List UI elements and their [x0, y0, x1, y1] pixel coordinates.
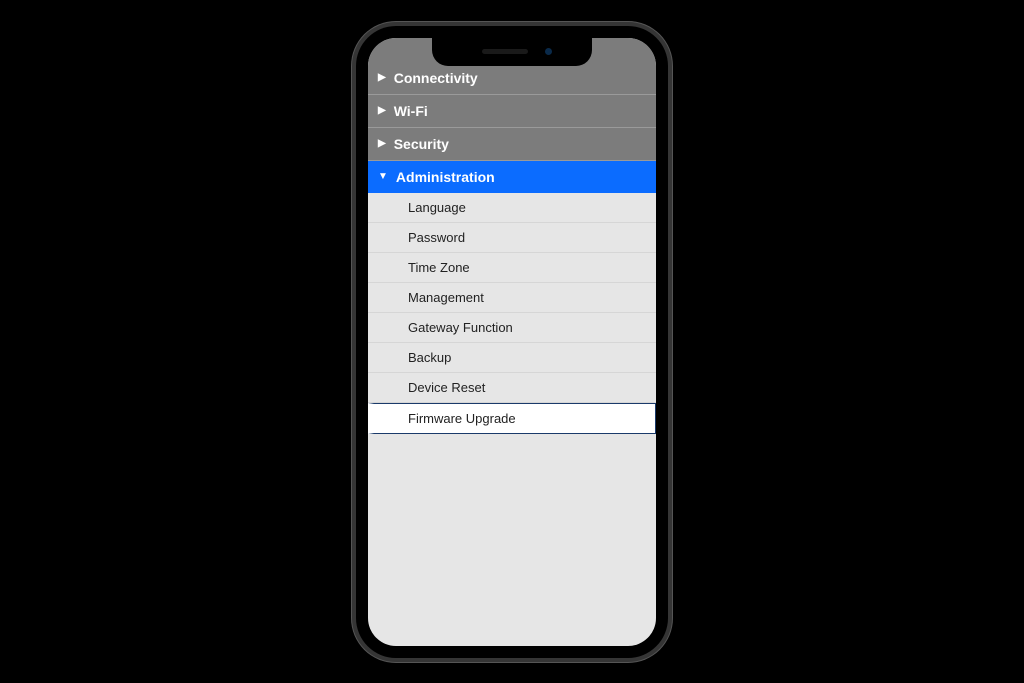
submenu-item-label: Firmware Upgrade: [408, 411, 516, 426]
submenu-item-label: Password: [408, 230, 465, 245]
camera-icon: [545, 48, 552, 55]
nav-section-label: Security: [394, 136, 449, 152]
chevron-down-icon: ▼: [378, 171, 388, 182]
submenu-administration: Language Password Time Zone Management G…: [368, 193, 656, 434]
nav-section-administration[interactable]: ▼ Administration: [368, 161, 656, 193]
submenu-item-device-reset[interactable]: Device Reset: [368, 373, 656, 403]
phone-notch: [432, 38, 592, 66]
chevron-right-icon: ▶: [378, 72, 386, 83]
nav-section-security[interactable]: ▶ Security: [368, 128, 656, 161]
nav-section-wifi[interactable]: ▶ Wi-Fi: [368, 95, 656, 128]
submenu-item-password[interactable]: Password: [368, 223, 656, 253]
submenu-item-label: Time Zone: [408, 260, 470, 275]
submenu-item-label: Device Reset: [408, 380, 485, 395]
submenu-item-label: Management: [408, 290, 484, 305]
submenu-item-time-zone[interactable]: Time Zone: [368, 253, 656, 283]
submenu-item-label: Gateway Function: [408, 320, 513, 335]
submenu-item-management[interactable]: Management: [368, 283, 656, 313]
phone-bezel: ▶ Connectivity ▶ Wi-Fi ▶ Security ▼ Admi…: [356, 26, 668, 658]
submenu-item-label: Language: [408, 200, 466, 215]
nav-section-label: Administration: [396, 169, 495, 185]
submenu-item-gateway-function[interactable]: Gateway Function: [368, 313, 656, 343]
submenu-item-backup[interactable]: Backup: [368, 343, 656, 373]
chevron-right-icon: ▶: [378, 138, 386, 149]
submenu-item-language[interactable]: Language: [368, 193, 656, 223]
submenu-item-firmware-upgrade[interactable]: Firmware Upgrade: [368, 403, 656, 434]
submenu-item-label: Backup: [408, 350, 451, 365]
chevron-right-icon: ▶: [378, 105, 386, 116]
speaker-icon: [482, 49, 528, 54]
nav-section-label: Connectivity: [394, 70, 478, 86]
nav-section-label: Wi-Fi: [394, 103, 428, 119]
phone-frame: ▶ Connectivity ▶ Wi-Fi ▶ Security ▼ Admi…: [352, 22, 672, 662]
screen: ▶ Connectivity ▶ Wi-Fi ▶ Security ▼ Admi…: [368, 38, 656, 646]
